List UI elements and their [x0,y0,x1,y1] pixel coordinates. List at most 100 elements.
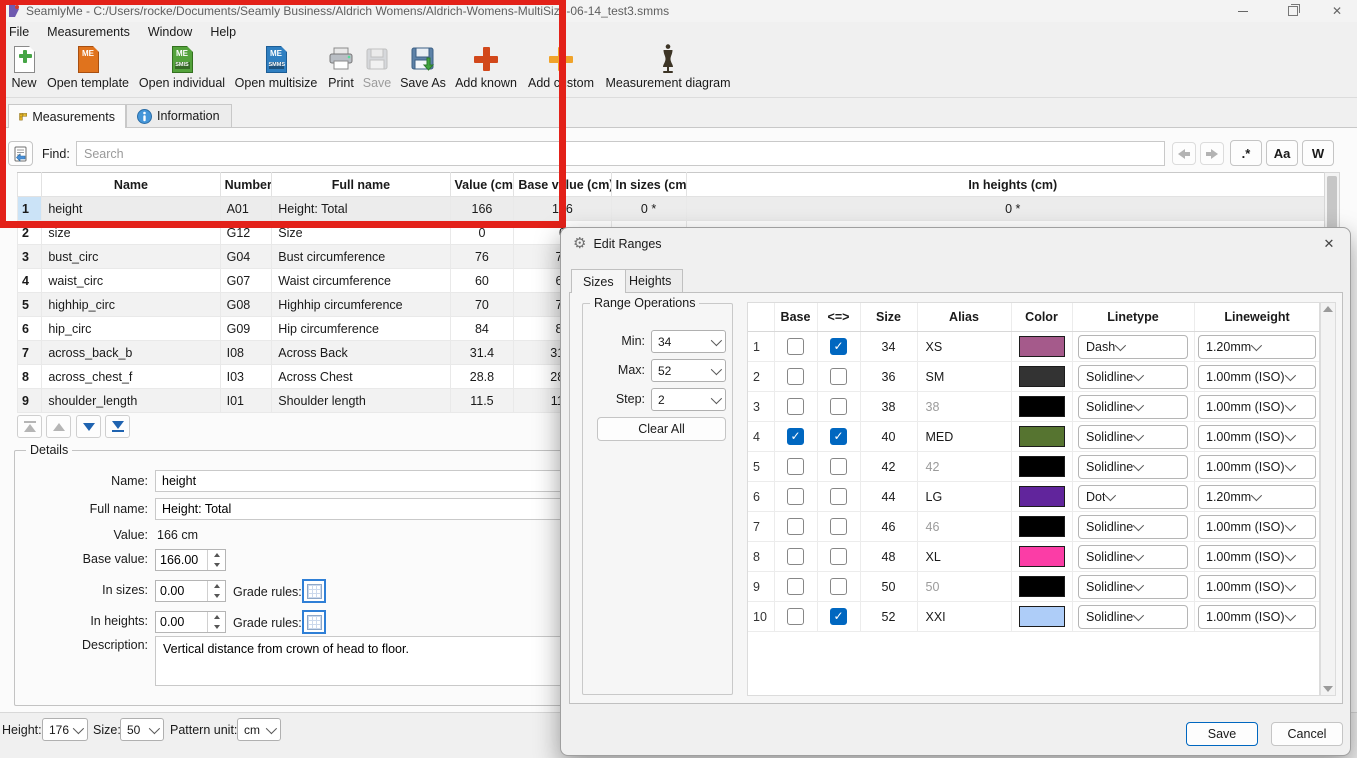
lineweight-select[interactable]: 1.00mm (ISO) [1198,365,1316,389]
linetype-select[interactable]: Solidline [1078,365,1188,389]
step-select[interactable]: 2 [651,388,726,411]
lineweight-select[interactable]: 1.00mm (ISO) [1198,545,1316,569]
print-button[interactable]: Print [324,43,358,95]
linetype-select[interactable]: Solidline [1078,515,1188,539]
whole-word-toggle-button[interactable]: W [1302,140,1334,166]
minimize-button[interactable] [1229,0,1257,22]
move-to-bottom-button[interactable] [105,415,130,438]
dialog-close-button[interactable]: ✕ [1316,232,1342,256]
step-down-icon[interactable] [208,622,225,632]
size-select[interactable]: 50 [120,718,164,741]
add-known-button[interactable]: Add known [452,43,520,95]
size-row[interactable]: 8 48 XL Solidline 1.00mm (ISO) [748,542,1320,572]
lineweight-select[interactable]: 1.00mm (ISO) [1198,605,1316,629]
linetype-select[interactable]: Solidline [1078,395,1188,419]
step-up-icon[interactable] [208,612,225,622]
lineweight-select[interactable]: 1.00mm (ISO) [1198,425,1316,449]
tab-information[interactable]: Information [126,104,232,127]
base-checkbox[interactable] [787,518,804,535]
base-checkbox[interactable] [787,338,804,355]
step-up-icon[interactable] [208,550,225,560]
range-checkbox[interactable] [830,608,847,625]
find-options-button[interactable] [8,141,33,166]
base-value-stepper[interactable] [155,549,226,571]
color-swatch[interactable] [1019,486,1065,507]
step-down-icon[interactable] [208,591,225,601]
range-checkbox[interactable] [830,338,847,355]
restore-button[interactable] [1279,0,1307,22]
add-custom-button[interactable]: Add custom [524,43,598,95]
linetype-select[interactable]: Solidline [1078,605,1188,629]
base-checkbox[interactable] [787,398,804,415]
color-swatch[interactable] [1019,606,1065,627]
lineweight-select[interactable]: 1.00mm (ISO) [1198,575,1316,599]
base-checkbox[interactable] [787,578,804,595]
range-checkbox[interactable] [830,548,847,565]
lineweight-select[interactable]: 1.20mm [1198,485,1316,509]
range-checkbox[interactable] [830,578,847,595]
linetype-select[interactable]: Solidline [1078,425,1188,449]
color-swatch[interactable] [1019,456,1065,477]
base-checkbox[interactable] [787,368,804,385]
base-checkbox[interactable] [787,548,804,565]
find-next-button[interactable] [1200,142,1224,165]
linetype-select[interactable]: Solidline [1078,455,1188,479]
step-down-icon[interactable] [208,560,225,570]
menu-window[interactable]: Window [139,22,201,41]
find-previous-button[interactable] [1172,142,1196,165]
search-input[interactable] [76,141,1165,166]
lineweight-select[interactable]: 1.00mm (ISO) [1198,395,1316,419]
size-row[interactable]: 6 44 LG Dot 1.20mm [748,482,1320,512]
match-case-toggle-button[interactable]: Aa [1266,140,1298,166]
height-select[interactable]: 176 [42,718,88,741]
color-swatch[interactable] [1019,516,1065,537]
color-swatch[interactable] [1019,396,1065,417]
size-row[interactable]: 10 52 XXI Solidline 1.00mm (ISO) [748,602,1320,632]
lineweight-select[interactable]: 1.00mm (ISO) [1198,515,1316,539]
close-button[interactable]: ✕ [1323,0,1351,22]
tab-heights[interactable]: Heights [617,269,683,292]
size-row[interactable]: 1 34 XS Dash 1.20mm [748,332,1320,362]
in-heights-stepper[interactable] [155,611,226,633]
in-sizes-stepper[interactable] [155,580,226,602]
color-swatch[interactable] [1019,426,1065,447]
color-swatch[interactable] [1019,336,1065,357]
base-checkbox[interactable] [787,458,804,475]
lineweight-select[interactable]: 1.20mm [1198,335,1316,359]
linetype-select[interactable]: Dot [1078,485,1188,509]
sizes-table-scrollbar[interactable] [1320,302,1336,696]
table-row[interactable]: 1heightA01Height: Total1661660 *0 * [18,197,1340,221]
move-down-button[interactable] [76,415,101,438]
size-row[interactable]: 5 42 42 Solidline 1.00mm (ISO) [748,452,1320,482]
clear-all-button[interactable]: Clear All [597,417,726,441]
color-swatch[interactable] [1019,576,1065,597]
move-up-button[interactable] [46,415,71,438]
step-up-icon[interactable] [208,581,225,591]
move-to-top-button[interactable] [17,415,42,438]
size-row[interactable]: 2 36 SM Solidline 1.00mm (ISO) [748,362,1320,392]
open-individual-button[interactable]: MESMIS Open individual [138,43,226,95]
pattern-unit-select[interactable]: cm [237,718,281,741]
grade-rules-sizes-button[interactable] [302,579,326,603]
menu-file[interactable]: File [0,22,38,41]
range-checkbox[interactable] [830,518,847,535]
min-select[interactable]: 34 [651,330,726,353]
save-button[interactable]: Save [1186,722,1258,746]
base-checkbox[interactable] [787,488,804,505]
cancel-button[interactable]: Cancel [1271,722,1343,746]
linetype-select[interactable]: Solidline [1078,545,1188,569]
size-row[interactable]: 4 40 MED Solidline 1.00mm (ISO) [748,422,1320,452]
size-row[interactable]: 9 50 50 Solidline 1.00mm (ISO) [748,572,1320,602]
range-checkbox[interactable] [830,488,847,505]
size-row[interactable]: 3 38 38 Solidline 1.00mm (ISO) [748,392,1320,422]
regex-toggle-button[interactable]: .* [1230,140,1262,166]
open-multisize-button[interactable]: MESMMS Open multisize [233,43,319,95]
color-swatch[interactable] [1019,366,1065,387]
save-as-button[interactable]: Save As [398,43,448,95]
range-checkbox[interactable] [830,398,847,415]
grade-rules-heights-button[interactable] [302,610,326,634]
menu-measurements[interactable]: Measurements [38,22,139,41]
range-checkbox[interactable] [830,458,847,475]
lineweight-select[interactable]: 1.00mm (ISO) [1198,455,1316,479]
scroll-up-icon[interactable] [1323,306,1333,312]
